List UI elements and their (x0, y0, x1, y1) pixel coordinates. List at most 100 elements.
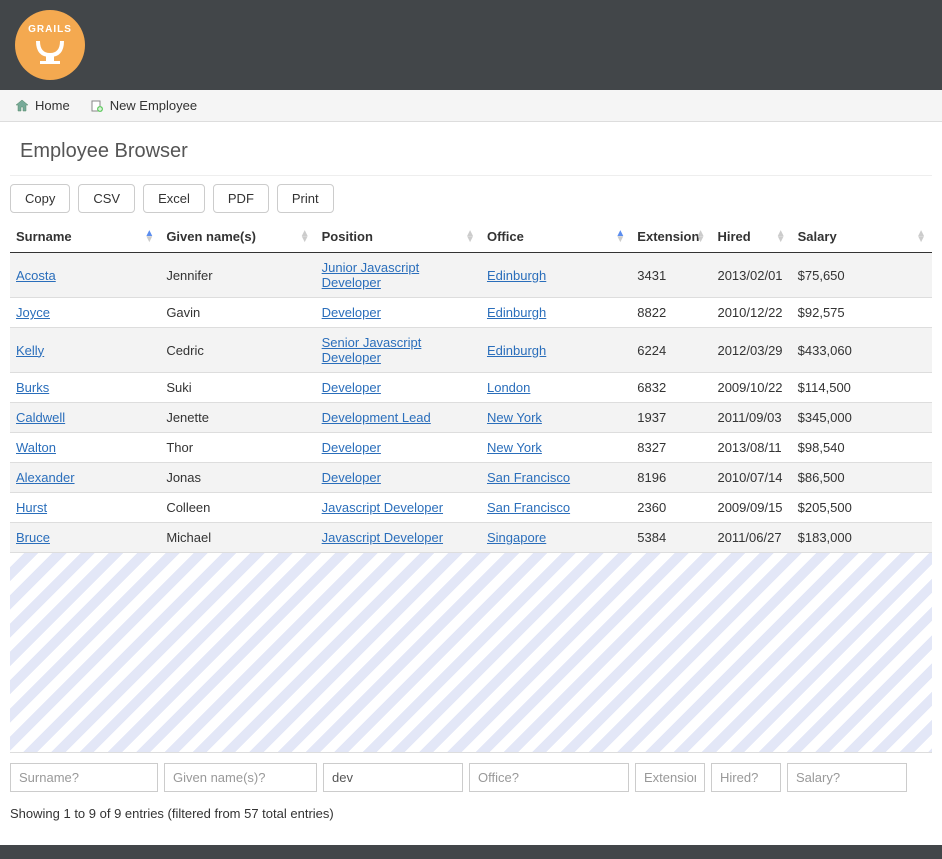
col-hired[interactable]: Hired ▲▼ (711, 221, 791, 253)
surname-link[interactable]: Bruce (16, 530, 50, 545)
sort-icon: ▲▼ (776, 231, 786, 243)
col-salary[interactable]: Salary ▲▼ (792, 221, 932, 253)
filter-salary[interactable] (787, 763, 907, 792)
office-link[interactable]: London (487, 380, 530, 395)
office-link[interactable]: Edinburgh (487, 343, 546, 358)
nav-home-label: Home (35, 98, 70, 113)
excel-button[interactable]: Excel (143, 184, 205, 213)
table-row: Alexander Jonas Developer San Francisco 8196… (10, 463, 932, 493)
sort-icon: ▲▼ (696, 231, 706, 243)
office-link[interactable]: San Francisco (487, 500, 570, 515)
cell-hired: 2012/03/29 (711, 328, 791, 373)
col-given[interactable]: Given name(s) ▲▼ (160, 221, 315, 253)
cell-extension: 2360 (631, 493, 711, 523)
position-link[interactable]: Developer (322, 305, 381, 320)
export-buttons: Copy CSV Excel PDF Print (10, 184, 932, 221)
cell-given: Suki (160, 373, 315, 403)
cell-salary: $75,650 (792, 253, 932, 298)
content-area: Employee Browser Copy CSV Excel PDF Prin… (0, 122, 942, 835)
position-link[interactable]: Senior Javascript Developer (322, 335, 422, 365)
sort-icon: ▲▼ (300, 231, 310, 243)
new-employee-icon (90, 99, 104, 113)
cell-hired: 2010/12/22 (711, 298, 791, 328)
sort-icon: ▲▼ (916, 231, 926, 243)
cell-extension: 6224 (631, 328, 711, 373)
position-link[interactable]: Developer (322, 440, 381, 455)
cell-given: Michael (160, 523, 315, 553)
csv-button[interactable]: CSV (78, 184, 135, 213)
cell-hired: 2013/02/01 (711, 253, 791, 298)
office-link[interactable]: San Francisco (487, 470, 570, 485)
cell-given: Cedric (160, 328, 315, 373)
cell-hired: 2011/06/27 (711, 523, 791, 553)
cell-salary: $433,060 (792, 328, 932, 373)
filters-row (10, 753, 932, 798)
filter-given[interactable] (164, 763, 317, 792)
cell-salary: $98,540 (792, 433, 932, 463)
cell-extension: 8196 (631, 463, 711, 493)
office-link[interactable]: New York (487, 440, 542, 455)
cell-extension: 1937 (631, 403, 711, 433)
filter-hired[interactable] (711, 763, 781, 792)
cell-given: Thor (160, 433, 315, 463)
surname-link[interactable]: Joyce (16, 305, 50, 320)
cell-extension: 3431 (631, 253, 711, 298)
cell-hired: 2013/08/11 (711, 433, 791, 463)
table-body: Acosta JenniferJunior Javascript Develope… (10, 253, 932, 553)
surname-link[interactable]: Kelly (16, 343, 44, 358)
position-link[interactable]: Junior Javascript Developer (322, 260, 420, 290)
table-row: HurstColleenJavascript DeveloperSan Fran… (10, 493, 932, 523)
office-link[interactable]: New York (487, 410, 542, 425)
office-link[interactable]: Edinburgh (487, 268, 546, 283)
entries-info: Showing 1 to 9 of 9 entries (filtered fr… (10, 798, 932, 825)
filter-office[interactable] (469, 763, 629, 792)
surname-link[interactable]: Hurst (16, 500, 47, 515)
cell-given: Jonas (160, 463, 315, 493)
col-surname[interactable]: Surname ▲▼ (10, 221, 160, 253)
table-row: Bruce Michael Javascript Developer Singapor… (10, 523, 932, 553)
filter-surname[interactable] (10, 763, 158, 792)
surname-link[interactable]: Alexander (16, 470, 75, 485)
filter-extension[interactable] (635, 763, 705, 792)
nav-bar: Home New Employee (0, 90, 942, 122)
nav-new-employee-label: New Employee (110, 98, 197, 113)
sort-icon: ▲▼ (144, 231, 154, 243)
office-link[interactable]: Edinburgh (487, 305, 546, 320)
cell-extension: 8327 (631, 433, 711, 463)
position-link[interactable]: Javascript Developer (322, 500, 443, 515)
table-row: Walton Thor Developer New York 83272013/08/1… (10, 433, 932, 463)
surname-link[interactable]: Burks (16, 380, 49, 395)
sort-icon: ▲▼ (615, 231, 625, 243)
header-bar: GRAILS (0, 0, 942, 90)
position-link[interactable]: Developer (322, 470, 381, 485)
cell-given: Gavin (160, 298, 315, 328)
table-row: Acosta JenniferJunior Javascript Develope… (10, 253, 932, 298)
table-header-row: Surname ▲▼ Given name(s) ▲▼ Position ▲▼ … (10, 221, 932, 253)
nav-home[interactable]: Home (15, 98, 70, 113)
col-extension[interactable]: Extension ▲▼ (631, 221, 711, 253)
nav-new-employee[interactable]: New Employee (90, 98, 197, 113)
pdf-button[interactable]: PDF (213, 184, 269, 213)
cell-hired: 2009/09/15 (711, 493, 791, 523)
cell-given: Jenette (160, 403, 315, 433)
office-link[interactable]: Singapore (487, 530, 546, 545)
table-row: BurksSukiDeveloperLondon68322009/10/22$1… (10, 373, 932, 403)
table-row: JoyceGavinDeveloperEdinburgh88222010/12/… (10, 298, 932, 328)
col-position[interactable]: Position ▲▼ (316, 221, 481, 253)
surname-link[interactable]: Caldwell (16, 410, 65, 425)
copy-button[interactable]: Copy (10, 184, 70, 213)
surname-link[interactable]: Walton (16, 440, 56, 455)
position-link[interactable]: Developer (322, 380, 381, 395)
cell-hired: 2011/09/03 (711, 403, 791, 433)
home-icon (15, 99, 29, 113)
filter-position[interactable] (323, 763, 463, 792)
cell-extension: 6832 (631, 373, 711, 403)
cell-extension: 5384 (631, 523, 711, 553)
cell-salary: $205,500 (792, 493, 932, 523)
position-link[interactable]: Development Lead (322, 410, 431, 425)
cell-given: Jennifer (160, 253, 315, 298)
print-button[interactable]: Print (277, 184, 334, 213)
surname-link[interactable]: Acosta (16, 268, 56, 283)
position-link[interactable]: Javascript Developer (322, 530, 443, 545)
col-office[interactable]: Office ▲▼ (481, 221, 631, 253)
